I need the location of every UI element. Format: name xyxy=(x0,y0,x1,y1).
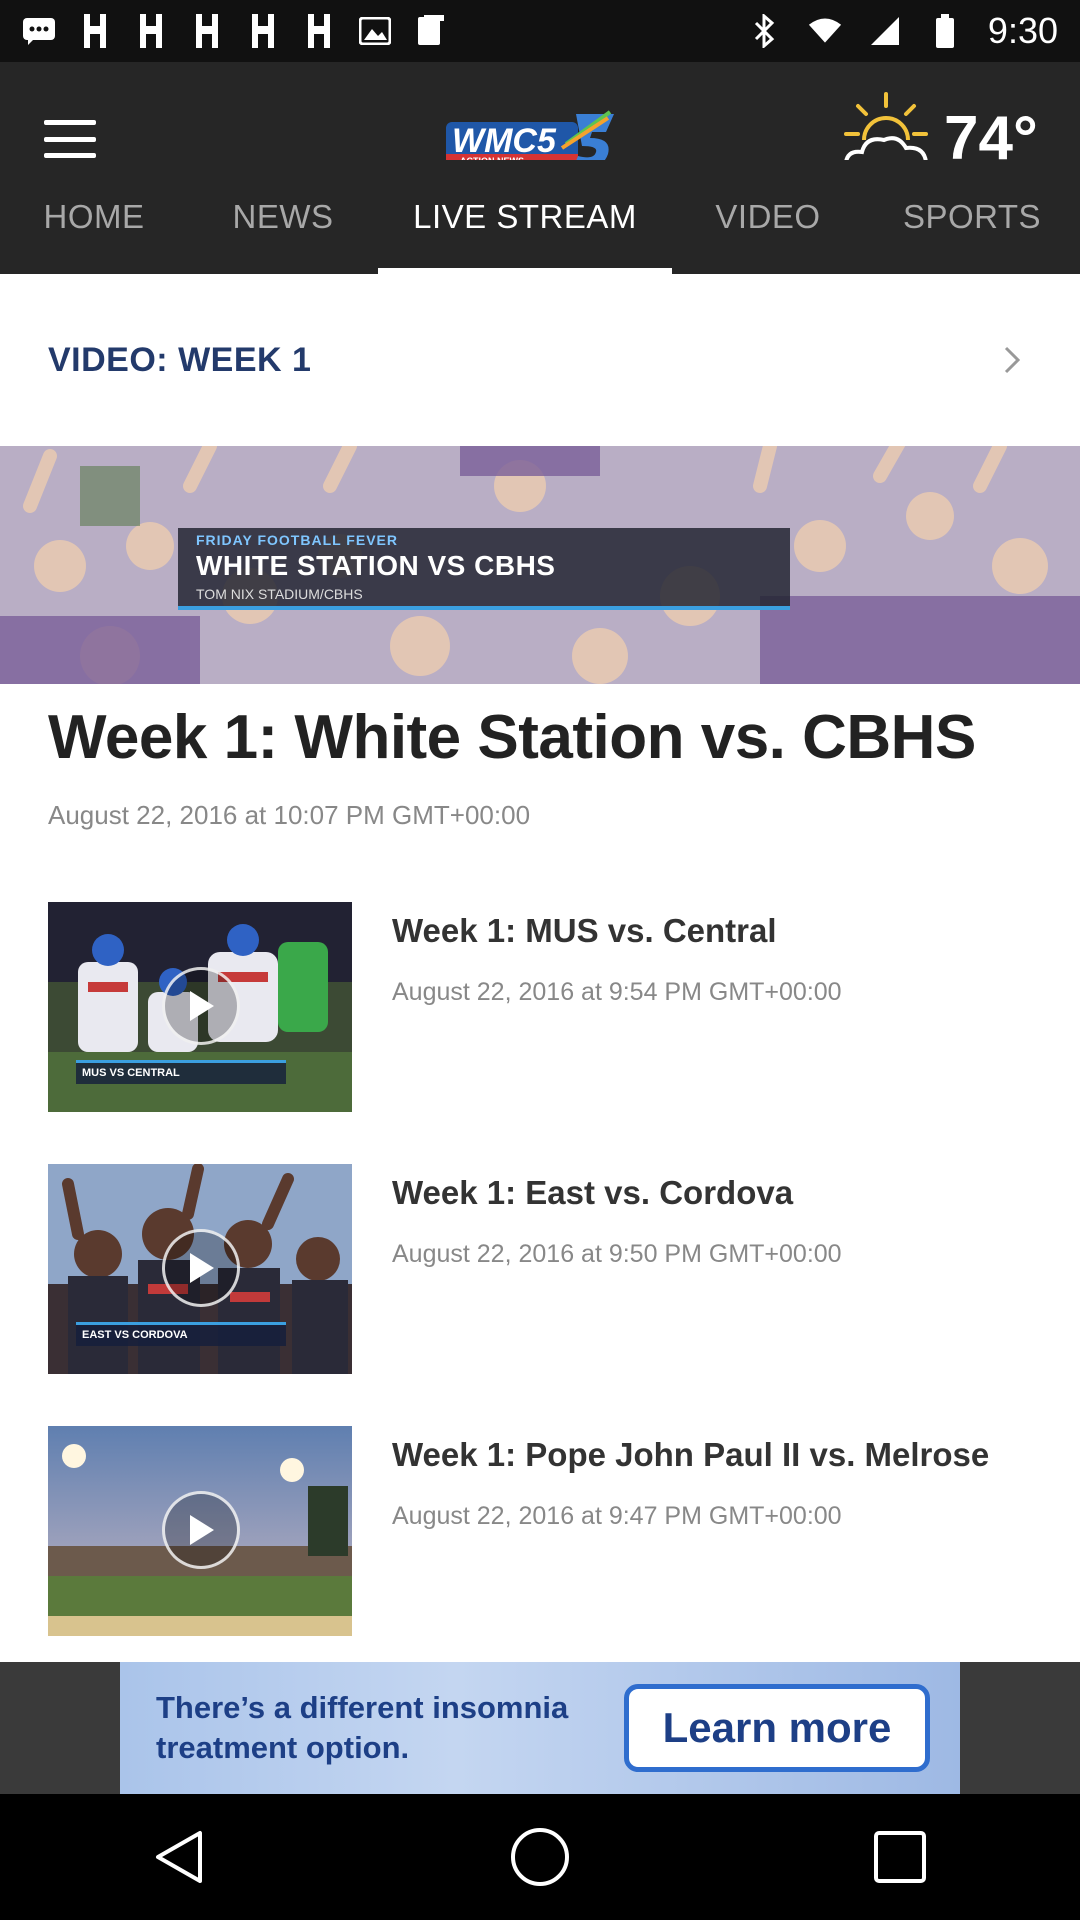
video-date: August 22, 2016 at 9:50 PM GMT+00:00 xyxy=(392,1240,842,1268)
ad-text: There’s a different insomnia treatment o… xyxy=(156,1690,569,1765)
cell-signal-icon xyxy=(868,14,902,48)
section-header[interactable]: VIDEO: WEEK 1 xyxy=(0,274,1080,446)
video-date: August 22, 2016 at 9:54 PM GMT+00:00 xyxy=(392,978,842,1006)
video-list-item[interactable]: EAST VS CORDOVA Week 1: East vs. Cordova… xyxy=(0,1164,1080,1374)
tab-bar: HOME NEWS LIVE STREAM VIDEO SPORTS xyxy=(0,160,1080,274)
play-icon[interactable] xyxy=(162,1229,240,1307)
video-date: August 22, 2016 at 9:47 PM GMT+00:00 xyxy=(392,1502,842,1530)
play-icon[interactable] xyxy=(162,967,240,1045)
thumbnail-caption: MUS VS CENTRAL xyxy=(76,1060,286,1084)
video-overlay-caption: FRIDAY FOOTBALL FEVER WHITE STATION VS C… xyxy=(178,528,790,610)
image-icon xyxy=(358,14,392,48)
tab-sports[interactable]: SPORTS xyxy=(864,160,1080,274)
feature-video-image[interactable]: FRIDAY FOOTBALL FEVER WHITE STATION VS C… xyxy=(0,446,1080,684)
video-thumbnail[interactable]: EAST VS CORDOVA xyxy=(48,1164,352,1374)
app-notification-icon xyxy=(246,14,280,48)
status-bar: 9:30 xyxy=(0,0,1080,62)
bluetooth-icon xyxy=(748,14,782,48)
video-thumbnail[interactable] xyxy=(48,1426,352,1636)
app-notification-icon xyxy=(190,14,224,48)
clock: 9:30 xyxy=(987,10,1058,51)
recent-apps-icon[interactable] xyxy=(855,1812,945,1902)
play-icon[interactable] xyxy=(162,1491,240,1569)
learn-more-button[interactable]: Learn more xyxy=(624,1684,930,1772)
overlay-kicker: FRIDAY FOOTBALL FEVER xyxy=(196,532,398,548)
video-list-item[interactable]: Week 1: Pope John Paul II vs. Melrose Au… xyxy=(0,1426,1080,1636)
app-notification-icon xyxy=(134,14,168,48)
ad-banner[interactable]: There’s a different insomnia treatment o… xyxy=(120,1662,960,1794)
video-thumbnail[interactable]: MUS VS CENTRAL xyxy=(48,902,352,1112)
thumbnail-caption: EAST VS CORDOVA xyxy=(76,1322,286,1346)
battery-icon xyxy=(928,14,962,48)
home-icon[interactable] xyxy=(495,1812,585,1902)
video-title[interactable]: Week 1: MUS vs. Central xyxy=(392,912,1052,950)
tab-home[interactable]: HOME xyxy=(0,160,188,274)
overlay-subtitle: TOM NIX STADIUM/CBHS xyxy=(196,586,363,602)
system-nav-bar xyxy=(0,1794,1080,1920)
menu-icon[interactable] xyxy=(40,114,100,164)
wifi-icon xyxy=(808,14,842,48)
feature-title[interactable]: Week 1: White Station vs. CBHS xyxy=(48,702,1048,773)
gallery-icon xyxy=(414,14,448,48)
video-title[interactable]: Week 1: East vs. Cordova xyxy=(392,1174,1052,1212)
tab-live-stream[interactable]: LIVE STREAM xyxy=(378,160,672,274)
tab-video[interactable]: VIDEO xyxy=(672,160,864,274)
chevron-right-icon[interactable] xyxy=(992,340,1032,380)
section-title: VIDEO: WEEK 1 xyxy=(48,340,312,379)
back-icon[interactable] xyxy=(135,1812,225,1902)
ad-banner-container: There’s a different insomnia treatment o… xyxy=(0,1662,1080,1794)
app-notification-icon xyxy=(302,14,336,48)
tab-news[interactable]: NEWS xyxy=(188,160,378,274)
video-title[interactable]: Week 1: Pope John Paul II vs. Melrose xyxy=(392,1436,1052,1474)
notification-icons xyxy=(22,14,748,48)
overlay-headline: WHITE STATION VS CBHS xyxy=(196,550,556,581)
content-area: VIDEO: WEEK 1 FRIDAY FOOTBALL FEVER WHIT… xyxy=(0,274,1080,1662)
video-list-item[interactable]: MUS VS CENTRAL Week 1: MUS vs. Central A… xyxy=(0,902,1080,1112)
feature-date: August 22, 2016 at 10:07 PM GMT+00:00 xyxy=(48,800,531,830)
app-notification-icon xyxy=(78,14,112,48)
messages-icon xyxy=(22,14,56,48)
